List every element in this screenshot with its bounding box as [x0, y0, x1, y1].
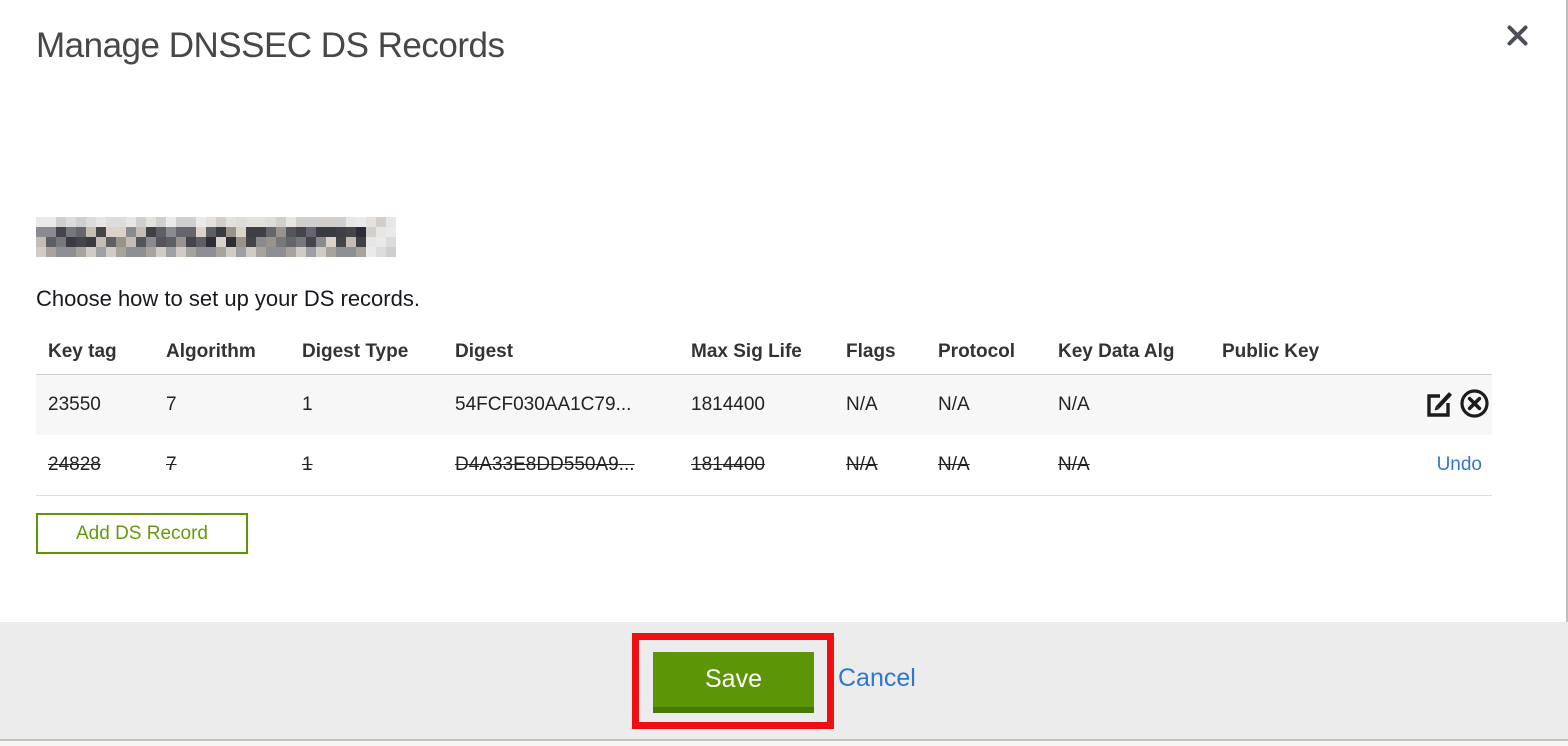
- col-header-algorithm: Algorithm: [166, 341, 256, 362]
- table-row-ds-record-23550: 23550 7 1 54FCF030AA1C79... 1814400 N/A …: [36, 375, 1492, 435]
- delete-record-button[interactable]: [1458, 389, 1490, 421]
- table-header-row: Key tag Algorithm Digest Type Digest Max…: [36, 330, 1492, 375]
- cell-key-tag: 24828: [48, 454, 101, 475]
- cell-key-tag: 23550: [48, 394, 101, 415]
- cell-digest: 54FCF030AA1C79...: [455, 394, 632, 415]
- cell-protocol: N/A: [938, 454, 970, 475]
- undo-link[interactable]: Undo: [1437, 454, 1490, 476]
- close-icon: [1506, 24, 1529, 50]
- cell-key-data-alg: N/A: [1058, 454, 1090, 475]
- cell-algorithm: 7: [166, 454, 177, 475]
- page-title: Manage DNSSEC DS Records: [36, 26, 505, 65]
- dnssec-dialog: Manage DNSSEC DS Records Choose how to s…: [0, 0, 1568, 746]
- col-header-max-sig-life: Max Sig Life: [691, 341, 802, 362]
- edit-icon: [1425, 389, 1455, 421]
- window-bottom-strip: [0, 741, 1568, 746]
- cell-digest-type: 1: [302, 454, 313, 475]
- cell-digest-type: 1: [302, 394, 313, 415]
- dialog-footer: Save Cancel: [0, 622, 1568, 739]
- cell-flags: N/A: [846, 394, 878, 415]
- row-actions: [1408, 389, 1492, 421]
- col-header-public-key: Public Key: [1222, 341, 1320, 362]
- col-header-digest: Digest: [455, 341, 514, 362]
- col-header-key-tag: Key tag: [48, 341, 117, 362]
- table-row-ds-record-24828-deleted: 24828 7 1 D4A33E8DD550A9... 1814400 N/A …: [36, 435, 1492, 496]
- redacted-domain-name: [36, 217, 396, 257]
- col-header-flags: Flags: [846, 341, 896, 362]
- cell-max-sig-life: 1814400: [691, 454, 765, 475]
- edit-record-button[interactable]: [1424, 389, 1456, 421]
- cell-algorithm: 7: [166, 394, 177, 415]
- cell-max-sig-life: 1814400: [691, 394, 765, 415]
- col-header-protocol: Protocol: [938, 341, 1016, 362]
- ds-records-table: Key tag Algorithm Digest Type Digest Max…: [36, 330, 1492, 496]
- close-button[interactable]: [1502, 22, 1532, 52]
- col-header-key-data-alg: Key Data Alg: [1058, 341, 1175, 362]
- cell-flags: N/A: [846, 454, 878, 475]
- cell-protocol: N/A: [938, 394, 970, 415]
- instruction-text: Choose how to set up your DS records.: [36, 286, 420, 311]
- add-ds-record-button[interactable]: Add DS Record: [36, 513, 248, 554]
- cell-digest: D4A33E8DD550A9...: [455, 454, 635, 475]
- cancel-link[interactable]: Cancel: [838, 664, 916, 693]
- cell-key-data-alg: N/A: [1058, 394, 1090, 415]
- save-button[interactable]: Save: [653, 652, 814, 713]
- col-header-digest-type: Digest Type: [302, 341, 409, 362]
- row-actions: Undo: [1408, 454, 1492, 476]
- delete-circle-x-icon: [1459, 389, 1490, 421]
